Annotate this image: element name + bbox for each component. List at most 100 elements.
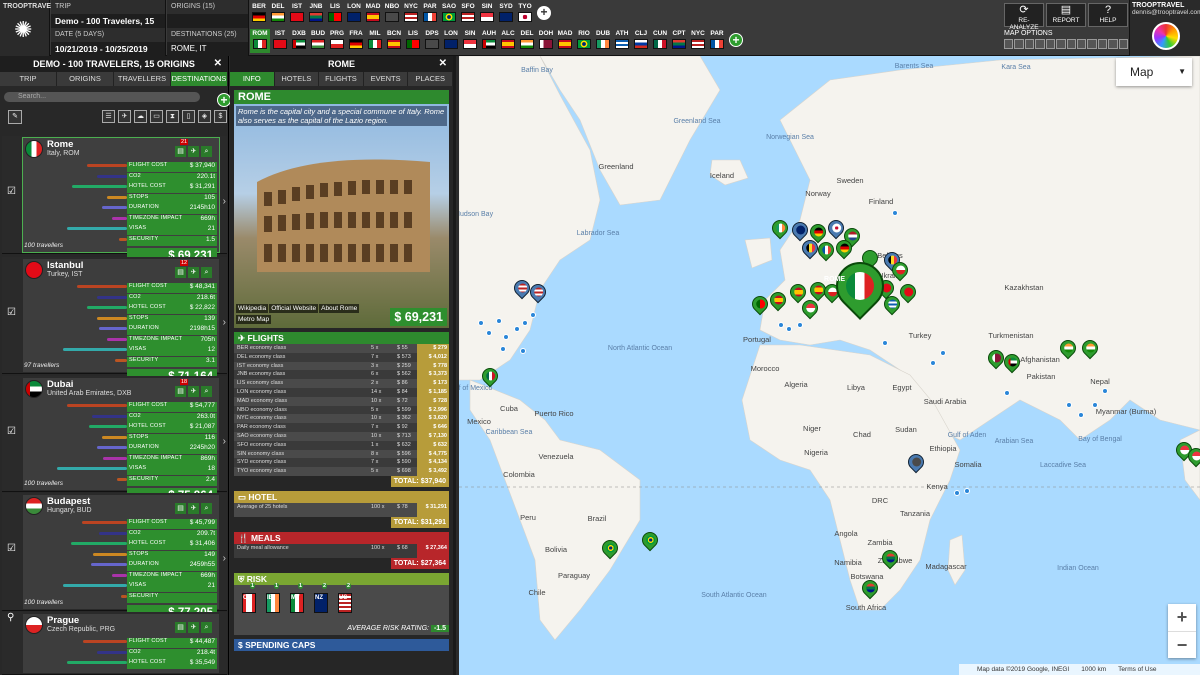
report-button[interactable]: ▤ REPORT: [1046, 3, 1086, 27]
map-option-cloud-icon[interactable]: [1097, 39, 1108, 49]
origin-chip[interactable]: IST: [288, 2, 306, 26]
sort-security-icon[interactable]: ◈: [198, 110, 211, 123]
plane-icon[interactable]: ✈: [188, 267, 199, 278]
map-dot[interactable]: [496, 318, 502, 324]
map-option-train-icon[interactable]: [1024, 39, 1035, 49]
app-logo[interactable]: TROOPTRAVEL ✺: [0, 0, 55, 56]
dest-chip[interactable]: MIL: [366, 29, 384, 53]
trip-dates[interactable]: 10/21/2019 - 10/25/2019: [51, 42, 165, 56]
trip-name[interactable]: Demo - 100 Travelers, 15: [51, 14, 165, 28]
search-icon[interactable]: ⌕: [201, 386, 212, 397]
map-option-layer-icon[interactable]: [1076, 39, 1087, 49]
dest-chip[interactable]: RIO: [575, 29, 593, 53]
map-option-gear-icon[interactable]: [1118, 39, 1129, 49]
sort-hotel-icon[interactable]: ▭: [150, 110, 163, 123]
flights-section-header[interactable]: ✈ FLIGHTS: [234, 332, 449, 344]
plane-icon[interactable]: ✈: [188, 146, 199, 157]
map-option-hotel-icon[interactable]: [1045, 39, 1056, 49]
origin-chip[interactable]: SFO: [459, 2, 477, 26]
help-button[interactable]: ? HELP: [1088, 3, 1128, 27]
map-view[interactable]: Greenland Iceland Finland Sweden Norway Baffi…: [459, 56, 1200, 675]
tab-trip[interactable]: TRIP: [0, 72, 57, 86]
search-icon[interactable]: ⌕: [201, 622, 212, 633]
tab-places[interactable]: PLACES: [408, 72, 453, 86]
origin-chip[interactable]: JNB: [307, 2, 325, 26]
sort-duration-icon[interactable]: ⧗: [166, 110, 179, 123]
dest-chip[interactable]: PAR: [708, 29, 726, 53]
checkbox-checked-icon[interactable]: ☑: [7, 186, 19, 198]
map-dot[interactable]: [503, 334, 509, 340]
dest-chip[interactable]: PRG: [328, 29, 346, 53]
dest-chip[interactable]: SIN: [461, 29, 479, 53]
tab-destinations[interactable]: DESTINATIONS: [171, 72, 228, 86]
zoom-out-button[interactable]: −: [1168, 631, 1196, 658]
map-option-info-icon[interactable]: [1056, 39, 1066, 49]
map-option-eye-icon[interactable]: [1108, 39, 1118, 49]
user-box[interactable]: TROOPTRAVEL dennis@trooptravel.com: [1129, 0, 1200, 56]
map-dot[interactable]: [522, 320, 528, 326]
map-dot[interactable]: [1004, 390, 1010, 396]
origin-chip[interactable]: SYD: [497, 2, 515, 26]
map-dot[interactable]: [500, 346, 506, 352]
origins-box[interactable]: ORIGINS (15) DESTINATIONS (25) ROME, IT: [167, 0, 249, 56]
official-website-link[interactable]: Official Website: [269, 304, 319, 313]
map-dot[interactable]: [486, 330, 492, 336]
search-icon[interactable]: ⌕: [201, 146, 212, 157]
close-icon[interactable]: ✕: [214, 56, 222, 72]
plane-icon[interactable]: ✈: [188, 386, 199, 397]
dest-chip[interactable]: ROM: [250, 29, 270, 53]
tab-flights[interactable]: FLIGHTS: [319, 72, 364, 86]
avatar[interactable]: [1152, 22, 1180, 50]
dest-chip[interactable]: DOH: [537, 29, 555, 53]
map-dot[interactable]: [478, 320, 484, 326]
map-dot[interactable]: [1102, 388, 1108, 394]
map-dot[interactable]: [514, 326, 520, 332]
map-option-pin-icon[interactable]: [1004, 39, 1014, 49]
plane-icon[interactable]: ✈: [188, 622, 199, 633]
trip-box[interactable]: TRIP Demo - 100 Travelers, 15 DATE (5 DA…: [51, 0, 166, 56]
destination-card[interactable]: ☑ Dubai United Arab Emirates, DXB ▤ ✈ ⌕ 18 FLIG…: [2, 376, 227, 504]
map-dot[interactable]: [930, 360, 936, 366]
tab-info[interactable]: INFO: [230, 72, 275, 86]
zoom-in-button[interactable]: +: [1168, 604, 1196, 631]
spending-caps-header[interactable]: $ SPENDING CAPS: [234, 638, 449, 651]
tab-origins[interactable]: ORIGINS: [57, 72, 114, 86]
report-icon[interactable]: ▤: [175, 146, 186, 157]
wikipedia-link[interactable]: Wikipedia: [236, 304, 269, 313]
dest-chip[interactable]: AUH: [480, 29, 498, 53]
dest-chip[interactable]: DUB: [594, 29, 612, 53]
map-dot[interactable]: [530, 312, 536, 318]
pin-icon[interactable]: ⚲: [7, 612, 19, 624]
report-icon[interactable]: ▤: [175, 267, 186, 278]
dest-chip[interactable]: BCN: [385, 29, 403, 53]
map-dot[interactable]: [797, 322, 803, 328]
dest-chip[interactable]: BUD: [309, 29, 327, 53]
dest-chip[interactable]: DEL: [518, 29, 536, 53]
dest-chip[interactable]: LON: [442, 29, 460, 53]
add-destination-button[interactable]: +: [217, 93, 231, 107]
origin-chip[interactable]: NBO: [383, 2, 401, 26]
add-origin-button[interactable]: +: [537, 6, 551, 20]
chevron-right-icon[interactable]: ›: [223, 317, 226, 328]
sort-list-icon[interactable]: ☰: [102, 110, 115, 123]
destination-card[interactable]: ☑ Budapest Hungary, BUD ▤ ✈ ⌕ FLIGHT COST $ 45,…: [2, 493, 227, 621]
terms-link[interactable]: Terms of Use: [1118, 664, 1156, 675]
plane-icon[interactable]: ✈: [188, 503, 199, 514]
origin-chip[interactable]: BER: [250, 2, 268, 26]
dest-chip[interactable]: DXB: [290, 29, 308, 53]
dest-chip[interactable]: LIS: [404, 29, 422, 53]
dest-chip[interactable]: ALC: [499, 29, 517, 53]
tab-hotels[interactable]: HOTELS: [275, 72, 320, 86]
map-dot[interactable]: [940, 350, 946, 356]
destination-card[interactable]: ☑ Rome Italy, ROM ▤ ✈ ⌕ 21 FLIGHT COST $ 37,940 C…: [2, 136, 227, 264]
map-dot[interactable]: [954, 490, 960, 496]
metro-map-link[interactable]: Metro Map: [236, 315, 272, 324]
report-icon[interactable]: ▤: [175, 622, 186, 633]
dest-chip[interactable]: ATH: [613, 29, 631, 53]
dest-chip[interactable]: CPT: [670, 29, 688, 53]
map-dot[interactable]: [964, 488, 970, 494]
checkbox-checked-icon[interactable]: ☑: [7, 543, 19, 555]
about-city-link[interactable]: About Rome: [319, 304, 360, 313]
reanalyze-button[interactable]: ⟳ RE-ANALYZE: [1004, 3, 1044, 31]
origin-chip[interactable]: LON: [345, 2, 363, 26]
